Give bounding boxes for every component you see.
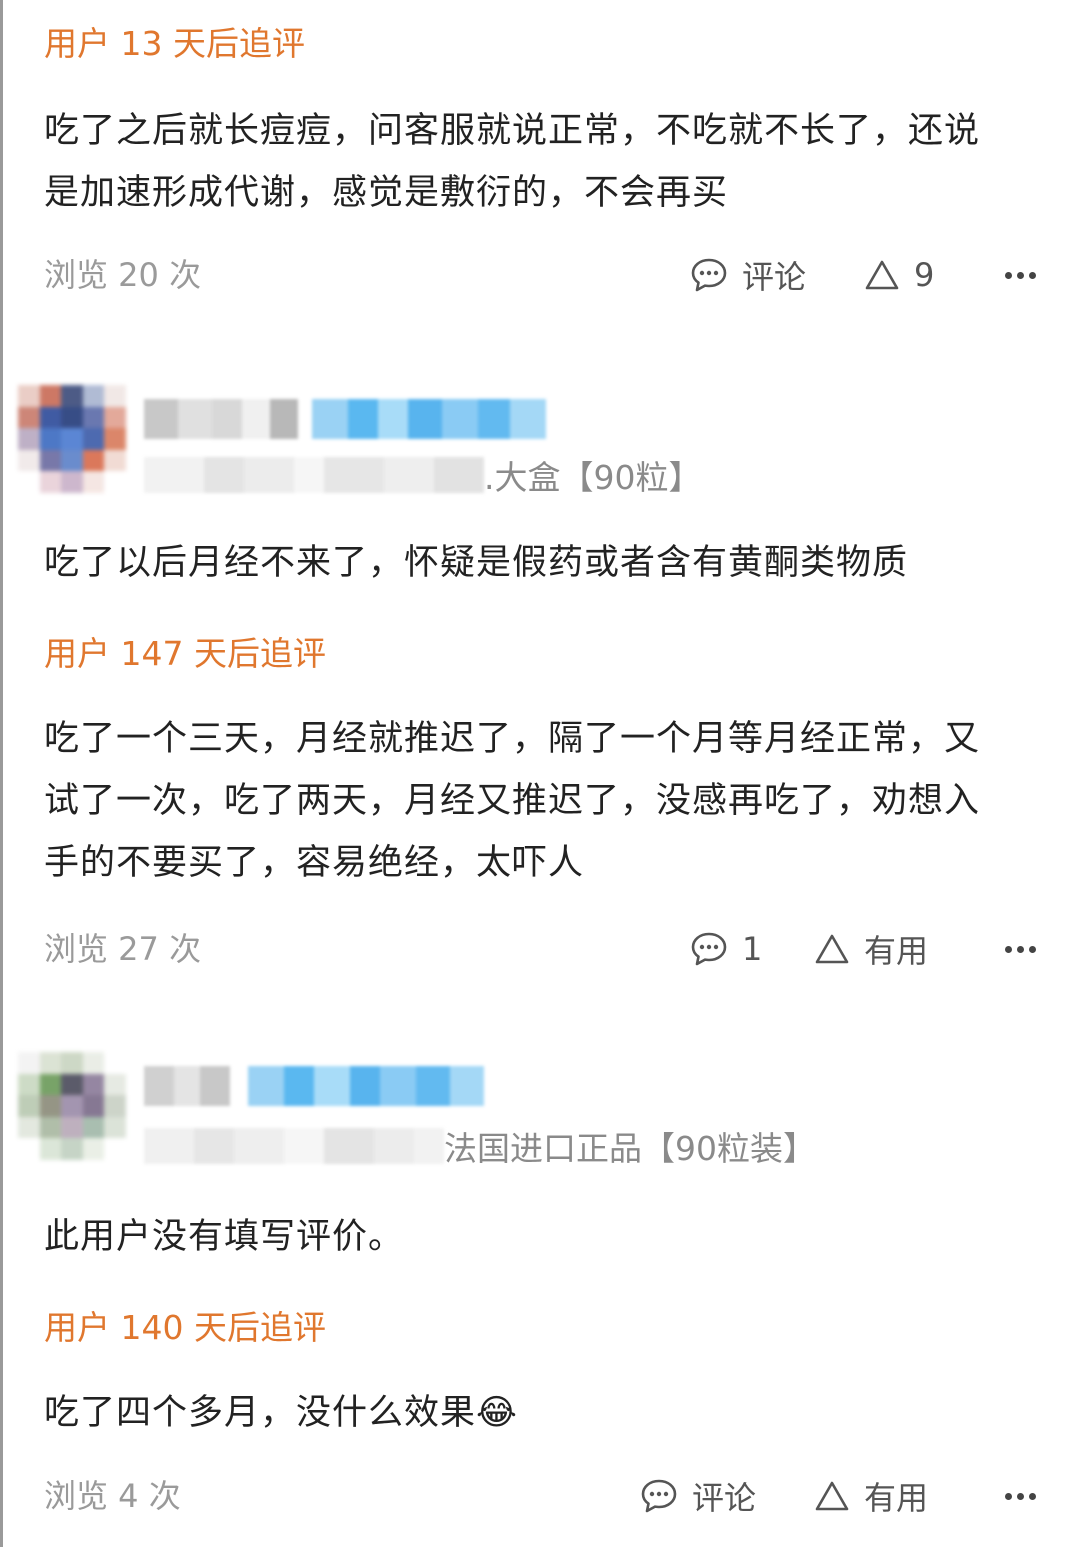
product-name-blurred <box>144 1128 444 1164</box>
product-spec: 法国进口正品【90粒装】 <box>444 1129 816 1168</box>
comment-button[interactable]: 1 <box>690 924 762 974</box>
comment-label: 评论 <box>692 1479 757 1517</box>
followup-label: 用户 13 天后追评 <box>44 24 305 63</box>
view-count: 浏览 27 次 <box>44 930 202 968</box>
useful-button[interactable]: 有用 <box>814 1471 928 1521</box>
comment-label: 评论 <box>742 258 807 296</box>
avatar <box>18 1052 126 1160</box>
user-header: .大盒【90粒】 <box>18 385 1058 505</box>
useful-button[interactable]: 9 <box>864 250 934 300</box>
followup-label: 用户 147 天后追评 <box>44 634 326 673</box>
comment-icon <box>640 1478 678 1514</box>
review-text: 吃了以后月经不来了，怀疑是假药或者含有黄酮类物质 <box>44 543 909 583</box>
username-blurred <box>144 1066 484 1106</box>
more-icon[interactable] <box>1005 250 1036 300</box>
view-count: 浏览 4 次 <box>44 1477 181 1515</box>
comment-icon <box>690 931 728 967</box>
avatar <box>18 385 126 493</box>
comment-icon <box>690 257 728 293</box>
followup-text: 吃了四个多月，没什么￼效果😂 <box>44 1393 518 1433</box>
useful-label: 有用 <box>864 932 929 970</box>
user-header: 法国进口正品【90粒装】 <box>18 1052 1058 1172</box>
comment-button[interactable]: 评论 <box>690 250 806 300</box>
followup-label: 用户 140 天后追评 <box>44 1308 326 1347</box>
thumb-up-icon <box>864 259 900 291</box>
more-icon[interactable] <box>1005 1471 1036 1521</box>
more-icon[interactable] <box>1005 924 1036 974</box>
product-spec: .大盒【90粒】 <box>484 458 702 497</box>
thumb-up-icon <box>814 1480 850 1512</box>
review-meta-row: 浏览 4 次 评论 有用 <box>44 1471 1036 1521</box>
thumb-up-icon <box>814 933 850 965</box>
product-info: 法国进口正品【90粒装】 <box>144 1124 816 1168</box>
followup-text: 吃了之后就长痘痘，问客服就说正常，不吃就不长了，还说是加速形成代谢，感觉是敷衍的… <box>44 111 981 213</box>
comment-button[interactable]: 评论 <box>640 1471 756 1521</box>
review-meta-row: 浏览 27 次 1 有用 <box>44 924 1036 974</box>
review-text: 此用户没有填写评价。 <box>44 1217 405 1257</box>
username-blurred <box>144 399 546 439</box>
review-meta-row: 浏览 20 次 评论 9 <box>44 250 1036 300</box>
product-info: .大盒【90粒】 <box>144 453 701 497</box>
followup-text: 吃了一个三天，月经就推迟了，隔了一个月等月经正常，又试了一次，吃了两天，月经又推… <box>44 719 981 883</box>
useful-count: 9 <box>914 256 935 294</box>
left-border <box>0 0 3 1547</box>
useful-button[interactable]: 有用 <box>814 924 928 974</box>
comment-count: 1 <box>742 930 763 968</box>
useful-label: 有用 <box>864 1479 929 1517</box>
view-count: 浏览 20 次 <box>44 256 202 294</box>
product-name-blurred <box>144 457 484 493</box>
